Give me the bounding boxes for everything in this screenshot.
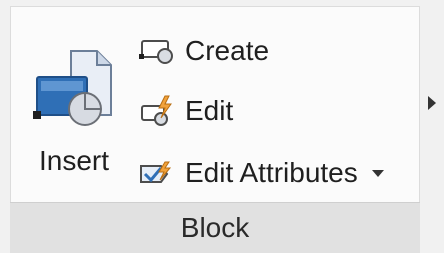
- create-block-button[interactable]: Create: [129, 25, 269, 77]
- edit-block-icon: [129, 89, 185, 133]
- panel-expand-icon[interactable]: [428, 96, 436, 110]
- insert-button[interactable]: Insert: [25, 37, 123, 187]
- edit-attributes-button[interactable]: Edit Attributes: [129, 147, 384, 199]
- block-panel: Insert Create Edit Edit Attributes: [10, 6, 420, 204]
- edit-attributes-label: Edit Attributes: [185, 157, 358, 188]
- panel-title-bar[interactable]: Block: [10, 202, 420, 253]
- edit-label: Edit: [185, 95, 234, 126]
- edit-attributes-icon: [129, 151, 185, 195]
- create-block-icon: [129, 29, 185, 73]
- chevron-down-icon[interactable]: [371, 169, 384, 177]
- edit-block-button[interactable]: Edit: [129, 85, 233, 137]
- insert-label: Insert: [38, 145, 110, 176]
- create-label: Create: [185, 35, 270, 66]
- insert-block-icon: [33, 50, 112, 126]
- panel-title: Block: [180, 212, 250, 243]
